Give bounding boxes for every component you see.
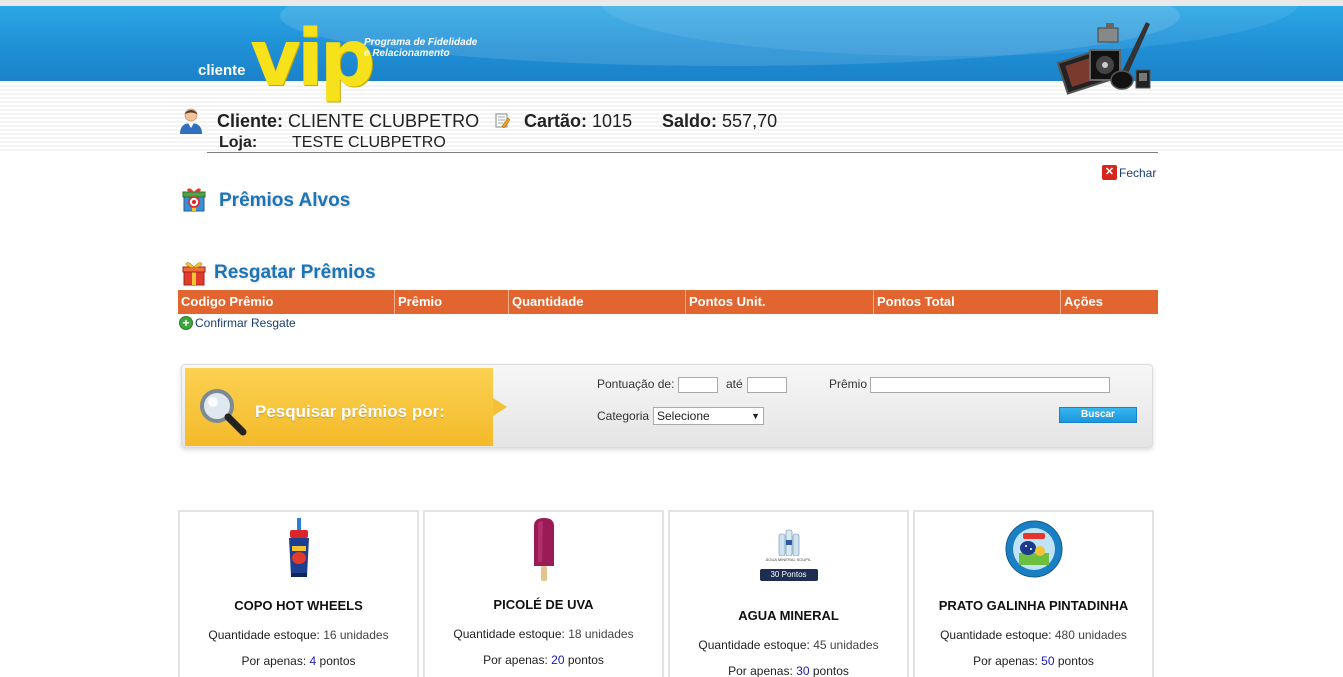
search-panel-title: Pesquisar prêmios por: xyxy=(255,402,445,421)
store-label: Loja: xyxy=(219,134,258,151)
client-divider xyxy=(207,152,1158,153)
balance-label: Saldo: xyxy=(662,111,718,131)
search-panel: Pesquisar prêmios por: Pontuação de: até… xyxy=(181,364,1153,448)
prize-input[interactable] xyxy=(870,377,1110,393)
product-stock: Quantidade estoque: 480 unidades xyxy=(940,628,1127,642)
logo-vip-text: vip xyxy=(250,14,375,104)
card-number-row: Cartão: 1015 xyxy=(524,111,632,132)
water-bottles-image: ÁGUA MINERAL SOUPIL 30 Pontos xyxy=(759,528,819,582)
product-name: AGUA MINERAL xyxy=(738,608,839,623)
balance-value: 557,70 xyxy=(722,111,778,131)
col-prize-code: Codigo Prêmio xyxy=(178,290,395,314)
product-stock: Quantidade estoque: 18 unidades xyxy=(453,627,634,641)
close-icon: ✕ xyxy=(1102,165,1117,180)
balance-row: Saldo: 557,70 xyxy=(662,111,777,132)
logo-tagline-line-1: Programa de Fidelidade xyxy=(364,37,478,48)
redeem-prizes-title: Resgatar Prêmios xyxy=(214,262,376,283)
product-name: PICOLÉ DE UVA xyxy=(493,597,594,612)
logo-tagline-line-2: e Relacionamento xyxy=(364,48,450,59)
search-panel-arrow xyxy=(493,398,507,416)
redeem-table-header: Codigo Prêmio Prêmio Quantidade Pontos U… xyxy=(178,290,1158,314)
product-price: Por apenas: 20 pontos xyxy=(483,653,604,667)
logo-tagline: Programa de Fidelidade e Relacionamento xyxy=(364,37,477,59)
dropdown-arrow-icon: ▼ xyxy=(751,411,760,421)
product-card[interactable]: COPO HOT WHEELS Quantidade estoque: 16 u… xyxy=(178,510,419,677)
search-panel-label-area: Pesquisar prêmios por: xyxy=(185,368,507,446)
prize-label: Prêmio xyxy=(829,377,868,391)
add-icon: + xyxy=(179,316,193,330)
grape-popsicle-image xyxy=(533,518,554,581)
bottles-icon xyxy=(778,529,799,556)
col-unit-points: Pontos Unit. xyxy=(686,290,874,314)
logo-cliente-text: cliente xyxy=(198,62,246,79)
gift-icon xyxy=(182,262,206,286)
col-actions: Ações xyxy=(1064,294,1104,309)
product-stock: Quantidade estoque: 16 unidades xyxy=(208,628,389,642)
category-selected: Selecione xyxy=(657,409,710,423)
product-card[interactable]: PICOLÉ DE UVA Quantidade estoque: 18 uni… xyxy=(423,510,664,677)
points-from-input[interactable] xyxy=(678,377,718,393)
category-label: Categoria xyxy=(597,409,650,423)
target-prizes-title: Prêmios Alvos xyxy=(219,190,351,211)
confirm-redeem-label: Confirmar Resgate xyxy=(195,316,296,330)
store-name: TESTE CLUBPETRO xyxy=(292,134,446,151)
category-select[interactable]: Selecione ▼ xyxy=(653,407,764,425)
confirm-redeem-link[interactable]: + Confirmar Resgate xyxy=(179,316,296,330)
product-price: Por apenas: 50 pontos xyxy=(973,654,1094,668)
product-price: Por apenas: 30 pontos xyxy=(728,664,849,677)
water-image-caption: ÁGUA MINERAL SOUPIL xyxy=(765,557,812,562)
product-name: COPO HOT WHEELS xyxy=(234,598,363,613)
points-to-label: até xyxy=(726,377,743,391)
cup-hot-wheels-image xyxy=(288,518,309,577)
card-label: Cartão: xyxy=(524,111,588,131)
media-collage-icon xyxy=(1056,22,1151,95)
col-prize: Prêmio xyxy=(395,290,509,314)
points-from-label: Pontuação de: xyxy=(597,377,675,391)
product-stock: Quantidade estoque: 45 unidades xyxy=(698,638,879,652)
client-name-row: Cliente: CLIENTE CLUBPETRO xyxy=(217,111,479,132)
search-button[interactable]: Buscar xyxy=(1059,407,1137,423)
col-total-points: Pontos Total xyxy=(874,290,1061,314)
product-name: PRATO GALINHA PINTADINHA xyxy=(938,598,1129,613)
user-icon xyxy=(180,108,202,134)
target-gift-icon xyxy=(182,188,206,212)
product-card[interactable]: ÁGUA MINERAL SOUPIL 30 Pontos AGUA MINER… xyxy=(668,510,909,677)
col-quantity: Quantidade xyxy=(509,290,686,314)
magnifier-icon xyxy=(200,389,247,436)
points-to-input[interactable] xyxy=(747,377,787,393)
product-price: Por apenas: 4 pontos xyxy=(241,654,356,668)
close-label: Fechar xyxy=(1119,165,1157,180)
plate-galinha-pintadinha-image xyxy=(1005,520,1062,578)
points-badge: 30 Pontos xyxy=(759,569,818,581)
card-number: 1015 xyxy=(592,111,633,131)
close-link[interactable]: ✕ Fechar xyxy=(1102,165,1156,180)
edit-icon[interactable] xyxy=(495,113,510,128)
product-card[interactable]: PRATO GALINHA PINTADINHA Quantidade esto… xyxy=(913,510,1154,677)
client-label: Cliente: xyxy=(217,111,284,131)
client-name: CLIENTE CLUBPETRO xyxy=(288,111,480,131)
